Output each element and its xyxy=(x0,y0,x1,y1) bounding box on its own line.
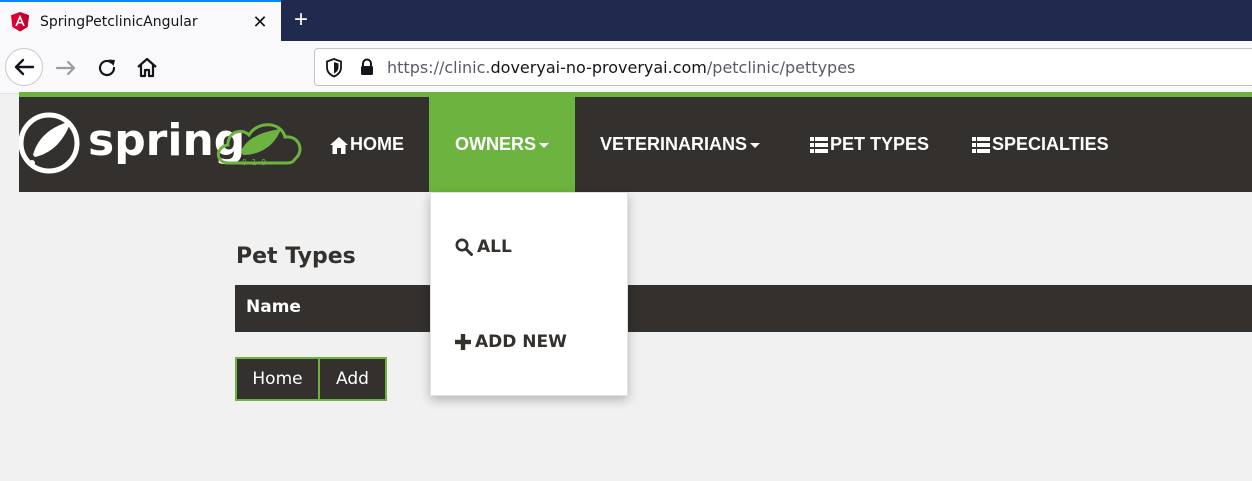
menu-item-all-label: ALL xyxy=(477,237,512,257)
browser-tab-strip: SpringPetclinicAngular ✕ + xyxy=(0,0,1252,41)
nav-home[interactable]: HOME xyxy=(330,97,404,192)
nav-owners-label: OWNERS xyxy=(455,134,536,154)
pet-types-table-header: Name xyxy=(235,285,1252,332)
list-icon xyxy=(810,137,828,154)
nav-pet-types-label: PET TYPES xyxy=(830,134,930,154)
caret-down-icon xyxy=(750,142,761,148)
spring-logo[interactable]: spring 0 1 9 xyxy=(19,103,309,183)
shield-icon[interactable] xyxy=(325,58,343,78)
menu-item-add-new-label: ADD NEW xyxy=(475,332,567,352)
plus-icon xyxy=(455,334,471,350)
logo-text: spring xyxy=(88,115,245,166)
search-icon xyxy=(455,238,473,256)
menu-item-add-new-owner[interactable]: ADD NEW xyxy=(455,332,567,352)
tab-title: SpringPetclinicAngular xyxy=(40,14,198,30)
arrow-left-icon xyxy=(14,58,35,76)
home-icon[interactable] xyxy=(133,54,161,82)
address-bar[interactable]: https://clinic.doveryai-no-proveryai.com… xyxy=(314,48,1252,86)
column-header-name: Name xyxy=(246,297,301,317)
url-text: https://clinic.doveryai-no-proveryai.com… xyxy=(387,58,856,77)
nav-home-label: HOME xyxy=(350,134,404,154)
close-tab-icon[interactable]: ✕ xyxy=(248,10,272,34)
browser-tab[interactable]: SpringPetclinicAngular ✕ xyxy=(0,0,281,41)
home-button[interactable]: Home xyxy=(235,357,320,401)
owners-dropdown-menu: ALL ADD NEW xyxy=(430,192,628,396)
menu-item-all-owners[interactable]: ALL xyxy=(455,237,512,257)
app-navbar: spring 0 1 9 HOME OWNERS VETERINARIANS P… xyxy=(19,97,1252,192)
reload-icon[interactable] xyxy=(93,54,121,82)
forward-arrow-icon[interactable] xyxy=(52,54,80,82)
add-button[interactable]: Add xyxy=(318,357,387,401)
nav-specialties[interactable]: SPECIALTIES xyxy=(972,97,1109,192)
back-button[interactable] xyxy=(5,48,43,86)
nav-veterinarians-label: VETERINARIANS xyxy=(600,134,748,154)
nav-owners[interactable]: OWNERS xyxy=(429,97,575,192)
caret-down-icon xyxy=(539,142,549,148)
home-icon xyxy=(330,136,348,154)
page-title: Pet Types xyxy=(236,244,356,269)
lock-icon[interactable] xyxy=(359,58,375,76)
nav-pet-types[interactable]: PET TYPES xyxy=(810,97,929,192)
svg-text:0 1 9: 0 1 9 xyxy=(242,158,266,167)
nav-veterinarians[interactable]: VETERINARIANS xyxy=(600,97,761,192)
browser-toolbar: https://clinic.doveryai-no-proveryai.com… xyxy=(0,41,1252,94)
list-icon xyxy=(972,137,990,154)
new-tab-icon[interactable]: + xyxy=(288,6,314,34)
nav-specialties-label: SPECIALTIES xyxy=(992,134,1109,154)
angular-icon xyxy=(11,12,29,32)
